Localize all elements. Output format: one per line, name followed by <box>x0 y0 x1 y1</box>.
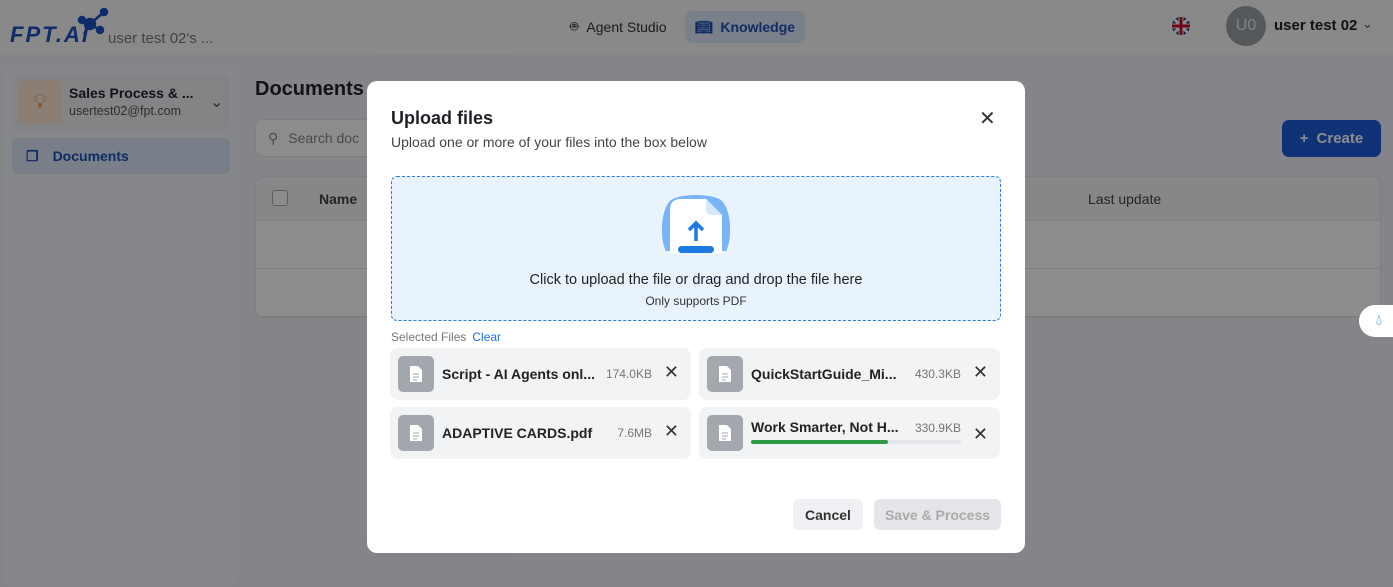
dialog-title: Upload files <box>391 108 494 128</box>
file-size: 174.0KB <box>605 367 652 381</box>
file-name: Script - AI Agents onl... <box>442 366 595 382</box>
file-name: Work Smarter, Not H... <box>751 419 899 435</box>
remove-file-icon[interactable]: ✕ <box>973 424 988 445</box>
dialog-subtitle: Upload one or more of your files into th… <box>391 134 707 150</box>
cancel-button[interactable]: Cancel <box>793 499 863 530</box>
dropzone-hint: Only supports PDF <box>645 294 747 308</box>
file-dropzone[interactable]: Click to upload the file or drag and dro… <box>391 176 1001 321</box>
upload-icon <box>661 195 731 253</box>
selected-files-text: Selected Files <box>391 330 467 344</box>
file-size: 330.9KB <box>914 421 961 435</box>
close-icon[interactable]: ✕ <box>979 106 996 131</box>
file-name: ADAPTIVE CARDS.pdf <box>442 425 593 441</box>
upload-progress-bar <box>751 440 961 444</box>
file-item-uploading: Work Smarter, Not H... 330.9KB ✕ <box>699 407 1000 459</box>
file-icon <box>707 356 743 392</box>
file-item: QuickStartGuide_Mi... 430.3KB ✕ <box>699 348 1000 400</box>
assistant-float-icon[interactable]: 💧︎ <box>1359 305 1393 337</box>
file-size: 430.3KB <box>914 367 961 381</box>
file-icon <box>398 415 434 451</box>
remove-file-icon[interactable]: ✕ <box>973 362 988 383</box>
upload-progress-fill <box>751 440 888 444</box>
file-item: Script - AI Agents onl... 174.0KB ✕ <box>390 348 691 400</box>
file-name: QuickStartGuide_Mi... <box>751 366 897 382</box>
clear-files-link[interactable]: Clear <box>472 330 501 344</box>
selected-files-label: Selected Files Clear <box>391 330 501 344</box>
file-item: ADAPTIVE CARDS.pdf 7.6MB ✕ <box>390 407 691 459</box>
dropzone-text: Click to upload the file or drag and dro… <box>529 272 863 288</box>
upload-files-dialog: Upload files Upload one or more of your … <box>367 81 1025 553</box>
file-size: 7.6MB <box>617 426 652 440</box>
remove-file-icon[interactable]: ✕ <box>664 421 679 442</box>
save-process-button[interactable]: Save & Process <box>874 499 1001 530</box>
file-icon <box>707 415 743 451</box>
file-icon <box>398 356 434 392</box>
remove-file-icon[interactable]: ✕ <box>664 362 679 383</box>
